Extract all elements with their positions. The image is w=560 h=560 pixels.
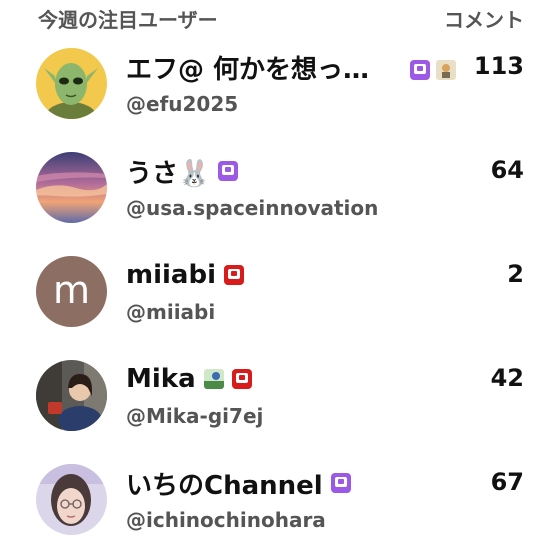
thumbnail-icon	[436, 60, 456, 80]
user-handle[interactable]: @miiabi	[126, 300, 215, 324]
user-row[interactable]: Mika @Mika-gi7ej 42	[0, 348, 560, 452]
user-name[interactable]: いちのChannel	[126, 465, 323, 502]
comment-count: 2	[507, 260, 524, 288]
membership-badge-icon	[330, 473, 351, 493]
list-header: 今週の注目ユーザー コメント	[0, 0, 560, 36]
user-name[interactable]: うさ🐰	[126, 153, 210, 190]
featured-users-panel: 今週の注目ユーザー コメント エフ@ 何かを想っ… @efu2025 113 う…	[0, 0, 560, 560]
user-avatar[interactable]	[36, 152, 107, 223]
user-handle[interactable]: @usa.spaceinnovation	[126, 196, 378, 220]
portrait-avatar	[36, 464, 107, 535]
user-name[interactable]: miiabi	[126, 260, 216, 290]
comment-column-label: コメント	[444, 8, 524, 32]
user-handle[interactable]: @Mika-gi7ej	[126, 404, 263, 428]
user-avatar[interactable]	[36, 464, 107, 535]
avatar-letter: m	[52, 267, 91, 312]
user-row[interactable]: m miiabi @miiabi 2	[0, 244, 560, 348]
user-avatar[interactable]	[36, 48, 107, 119]
sunset-sky-avatar	[36, 152, 107, 223]
comment-count: 67	[490, 468, 524, 496]
membership-badge-icon	[223, 265, 244, 285]
user-name[interactable]: Mika	[126, 364, 196, 394]
user-avatar[interactable]	[36, 360, 107, 431]
comment-count: 113	[473, 52, 524, 80]
membership-badge-icon	[218, 161, 239, 181]
user-handle[interactable]: @ichinochinohara	[126, 508, 326, 532]
section-title: 今週の注目ユーザー	[38, 8, 218, 32]
user-handle[interactable]: @efu2025	[126, 92, 238, 116]
thumbnail-icon	[203, 369, 224, 389]
membership-badge-icon	[410, 60, 430, 80]
user-row[interactable]: エフ@ 何かを想っ… @efu2025 113	[0, 36, 560, 140]
user-row[interactable]: いちのChannel @ichinochinohara 67	[0, 452, 560, 556]
comment-count: 64	[490, 156, 524, 184]
green-alien-avatar	[36, 48, 107, 119]
comment-count: 42	[490, 364, 524, 392]
membership-badge-icon	[231, 369, 252, 389]
user-name[interactable]: エフ@ 何かを想っ…	[126, 49, 369, 86]
photo-avatar	[36, 360, 107, 431]
user-row[interactable]: うさ🐰 @usa.spaceinnovation 64	[0, 140, 560, 244]
user-avatar[interactable]: m	[36, 256, 107, 327]
